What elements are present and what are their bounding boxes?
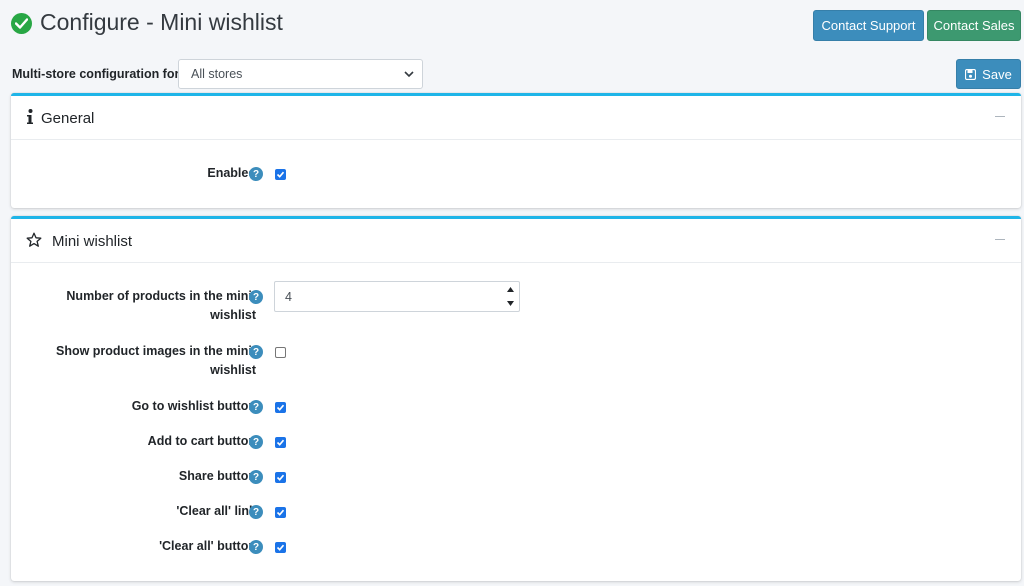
save-button-label: Save [982,66,1012,82]
setting-row-go-to-wishlist: Go to wishlist button ? [11,395,1021,415]
store-select-value: All stores [191,67,243,81]
go-to-wishlist-checkbox[interactable] [275,402,286,413]
question-circle-icon[interactable]: ? [249,540,263,554]
multistore-label: Multi-store configuration for [12,67,180,81]
setting-row-clear-all-button: 'Clear all' button ? [11,535,1021,555]
collapse-icon[interactable] [995,116,1005,117]
page-header: Configure - Mini wishlist Contact Suppor… [0,0,1024,50]
show-images-checkbox[interactable] [275,347,286,358]
save-button[interactable]: Save [956,59,1021,89]
setting-row-share: Share button ? [11,465,1021,485]
show-images-label: Show product images in the mini- wishlis… [56,342,256,380]
num-products-label: Number of products in the mini- wishlist [66,287,256,325]
mini-wishlist-card-title: Mini wishlist [52,233,133,250]
general-card: General Enabled ? [11,93,1021,208]
question-circle-icon[interactable]: ? [249,290,263,304]
num-products-value: 4 [285,290,292,304]
question-circle-icon[interactable]: ? [249,400,263,414]
show-images-label-line1: Show product images in the mini- [55,344,256,358]
num-products-label-line1: Number of products in the mini- [66,289,256,303]
share-checkbox[interactable] [275,472,286,483]
question-circle-icon[interactable]: ? [249,345,263,359]
clear-all-button-checkbox[interactable] [275,542,286,553]
check-circle-icon [11,13,32,34]
contact-support-button[interactable]: Contact Support [813,10,924,41]
info-icon [27,109,33,124]
go-to-wishlist-label: Go to wishlist button [131,399,256,413]
general-card-header[interactable]: General [11,96,1021,140]
share-label: Share button [178,469,256,483]
setting-row-clear-all-link: 'Clear all' link ? [11,500,1021,520]
floppy-disk-icon [965,68,977,80]
star-outline-icon [26,232,42,247]
question-circle-icon[interactable]: ? [249,167,263,181]
clear-all-link-label: 'Clear all' link [176,504,256,518]
mini-wishlist-card: Mini wishlist Number of products in the … [11,216,1021,581]
num-products-label-line2: wishlist [210,308,256,322]
question-circle-icon[interactable]: ? [249,470,263,484]
chevron-down-icon [404,71,414,78]
decrement-arrow-icon[interactable] [503,297,517,310]
clear-all-link-checkbox[interactable] [275,507,286,518]
show-images-label-line2: wishlist [210,363,256,377]
general-card-title: General [41,110,95,127]
setting-row-num-products: Number of products in the mini- wishlist… [11,281,1021,325]
add-to-cart-label: Add to cart button [147,434,256,448]
question-circle-icon[interactable]: ? [249,435,263,449]
contact-sales-button[interactable]: Contact Sales [927,10,1021,41]
clear-all-button-label: 'Clear all' button [159,539,256,553]
setting-row-show-images: Show product images in the mini- wishlis… [11,340,1021,380]
enabled-checkbox[interactable] [275,169,286,180]
num-products-input[interactable]: 4 [274,281,520,312]
add-to-cart-checkbox[interactable] [275,437,286,448]
mini-wishlist-card-header[interactable]: Mini wishlist [11,219,1021,263]
increment-arrow-icon[interactable] [503,283,517,296]
question-circle-icon[interactable]: ? [249,505,263,519]
collapse-icon[interactable] [995,239,1005,240]
page-title: Configure - Mini wishlist [40,9,283,35]
setting-row-enabled: Enabled ? [11,164,1021,184]
setting-row-add-to-cart: Add to cart button ? [11,430,1021,450]
store-select[interactable]: All stores [178,59,423,89]
